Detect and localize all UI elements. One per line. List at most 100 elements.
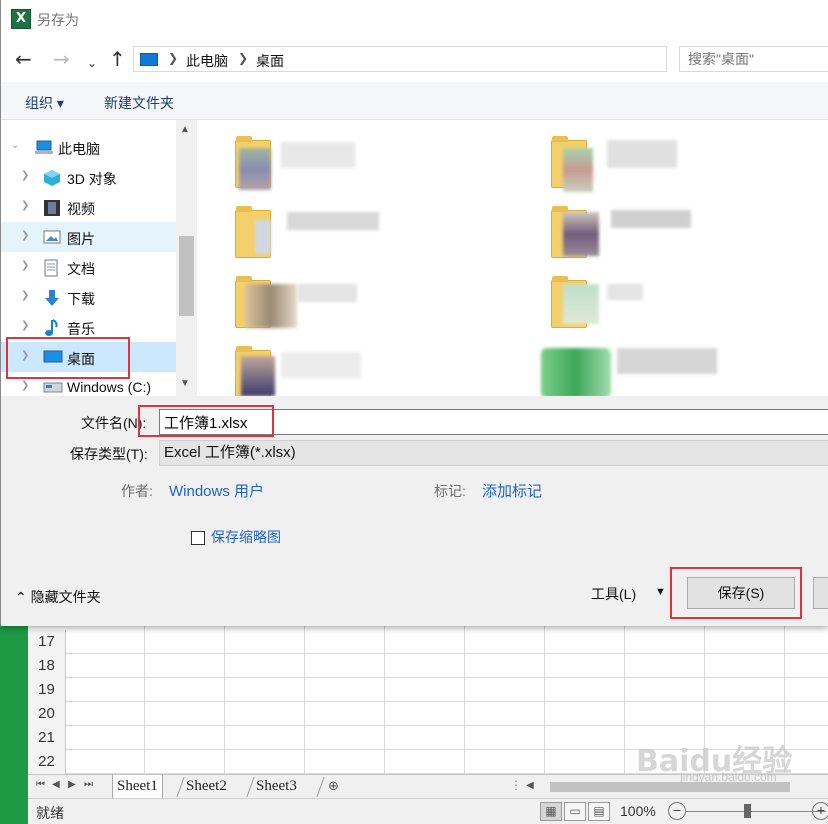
row-number[interactable]: 19	[28, 678, 66, 702]
grid-row[interactable]: 19	[28, 678, 828, 702]
tools-button[interactable]: 工具(L)	[591, 584, 636, 604]
nav-item-label: 图片	[67, 231, 95, 247]
row-number[interactable]: 22	[28, 750, 66, 774]
breadcrumb-desktop[interactable]: 桌面	[256, 51, 284, 71]
tab-sheet1[interactable]: Sheet1	[112, 775, 163, 798]
row-number[interactable]: 21	[28, 726, 66, 750]
nav-item-pictures[interactable]: ❯ 图片	[1, 222, 176, 252]
blurred-filename	[281, 142, 355, 168]
save-thumbnail-checkbox[interactable]	[191, 531, 205, 545]
grid-row[interactable]: 18	[28, 654, 828, 678]
document-icon	[43, 259, 61, 277]
chevron-up-icon: ⌃	[15, 589, 31, 605]
author-label: 作者:	[121, 483, 153, 499]
blurred-thumbnail	[563, 212, 599, 256]
tab-sheet2[interactable]: Sheet2	[182, 775, 231, 798]
nav-item-documents[interactable]: ❯ 文档	[1, 252, 176, 282]
highlight-box-desktop	[6, 337, 130, 379]
dropdown-arrow-icon[interactable]: ▼	[655, 586, 666, 598]
scroll-down-icon[interactable]: ▼	[180, 378, 190, 389]
nav-item-videos[interactable]: ❯ 视频	[1, 192, 176, 222]
zoom-level[interactable]: 100%	[620, 803, 656, 819]
list-item[interactable]	[541, 342, 781, 396]
organize-button[interactable]: 组织 ▾	[25, 93, 64, 113]
save-thumbnail-label[interactable]: 保存缩略图	[211, 527, 281, 547]
list-item[interactable]	[235, 342, 435, 396]
zoom-in-icon[interactable]: +	[812, 802, 828, 820]
picture-icon	[43, 229, 61, 245]
first-sheet-arrow-icon[interactable]: ⏮	[36, 779, 45, 790]
nav-pane-scrollbar[interactable]: ▲ ▼	[176, 120, 197, 396]
scroll-left-icon[interactable]: ◀	[526, 780, 534, 791]
nav-item-label: 3D 对象	[67, 171, 117, 187]
list-item[interactable]	[551, 272, 751, 342]
back-arrow-icon[interactable]: ←	[15, 48, 32, 70]
grid-row[interactable]: 20	[28, 702, 828, 726]
scroll-up-icon[interactable]: ▲	[180, 124, 190, 135]
zoom-slider-thumb[interactable]	[744, 804, 751, 818]
up-arrow-icon[interactable]: ↑	[109, 48, 126, 70]
cancel-button[interactable]	[813, 577, 828, 609]
film-icon	[43, 199, 61, 216]
file-list-pane[interactable]	[197, 120, 828, 396]
download-arrow-icon	[43, 289, 61, 306]
tags-value[interactable]: 添加标记	[482, 480, 542, 501]
blurred-filename	[607, 284, 643, 300]
computer-icon	[35, 139, 53, 155]
zoom-out-icon[interactable]: −	[668, 802, 686, 820]
new-folder-button[interactable]: 新建文件夹	[104, 93, 174, 113]
row-number[interactable]: 18	[28, 654, 66, 678]
status-bar: 就绪 ▦ ▭ ▤ 100% − +	[28, 798, 828, 824]
list-item[interactable]	[235, 132, 435, 202]
row-number[interactable]: 20	[28, 702, 66, 726]
breadcrumb-chevron-icon[interactable]: ❯	[238, 51, 248, 65]
search-input[interactable]	[688, 51, 828, 67]
zoom-slider[interactable]	[686, 811, 826, 812]
nav-item-label: 下载	[67, 291, 95, 307]
row-number[interactable]: 17	[28, 630, 66, 654]
next-sheet-arrow-icon[interactable]: ▶	[68, 779, 76, 790]
expand-chevron-icon[interactable]: ❯	[21, 380, 29, 391]
last-sheet-arrow-icon[interactable]: ⏭	[84, 779, 93, 790]
nav-item-this-pc[interactable]: ⌄ 此电脑	[1, 132, 176, 162]
horizontal-scrollbar[interactable]: ◀	[522, 780, 828, 794]
recent-locations-chevron-icon[interactable]: ⌄	[87, 52, 97, 74]
blurred-filename	[617, 348, 717, 374]
tab-sheet3[interactable]: Sheet3	[252, 775, 301, 798]
expand-chevron-icon[interactable]: ❯	[21, 230, 29, 241]
prev-sheet-arrow-icon[interactable]: ◀	[52, 779, 60, 790]
list-item[interactable]	[235, 272, 435, 342]
expand-chevron-icon[interactable]: ❯	[21, 200, 29, 211]
expand-chevron-icon[interactable]: ❯	[21, 170, 29, 181]
filetype-select[interactable]: Excel 工作簿(*.xlsx)	[159, 440, 828, 466]
expand-chevron-icon[interactable]: ⌄	[11, 140, 19, 151]
scrollbar-thumb[interactable]	[179, 236, 194, 316]
address-bar[interactable]: ❯ 此电脑 ❯ 桌面 ⟳	[133, 46, 793, 72]
author-value[interactable]: Windows 用户	[169, 480, 264, 501]
expand-chevron-icon[interactable]: ❯	[21, 320, 29, 331]
list-item[interactable]	[551, 202, 751, 272]
nav-item-3d-objects[interactable]: ❯ 3D 对象	[1, 162, 176, 192]
page-break-view-icon[interactable]: ▤	[588, 802, 610, 821]
breadcrumb-chevron-icon[interactable]: ❯	[168, 51, 178, 65]
search-box[interactable]	[679, 46, 828, 72]
grid-row[interactable]: 17	[28, 630, 828, 654]
nav-item-label: 音乐	[67, 321, 95, 337]
breadcrumb-this-pc[interactable]: 此电脑	[186, 51, 228, 71]
expand-chevron-icon[interactable]: ❯	[21, 260, 29, 271]
new-sheet-icon[interactable]: ⊕	[328, 778, 339, 794]
nav-item-downloads[interactable]: ❯ 下载	[1, 282, 176, 312]
list-item[interactable]	[551, 132, 751, 202]
scroll-splitter-icon[interactable]: ⋮	[510, 778, 522, 792]
dialog-title-bar[interactable]: X 另存为	[1, 0, 828, 38]
list-item[interactable]	[235, 202, 435, 272]
expand-chevron-icon[interactable]: ❯	[21, 290, 29, 301]
music-note-icon	[43, 319, 61, 336]
filetype-label: 保存类型(T):	[70, 446, 148, 462]
hide-folders-toggle[interactable]: ⌃ 隐藏文件夹	[15, 587, 101, 607]
page-layout-view-icon[interactable]: ▭	[564, 802, 586, 821]
excel-file-icon	[541, 348, 611, 396]
normal-view-icon[interactable]: ▦	[540, 802, 562, 821]
hide-folders-label: 隐藏文件夹	[30, 589, 101, 605]
forward-arrow-icon[interactable]: →	[53, 48, 70, 70]
